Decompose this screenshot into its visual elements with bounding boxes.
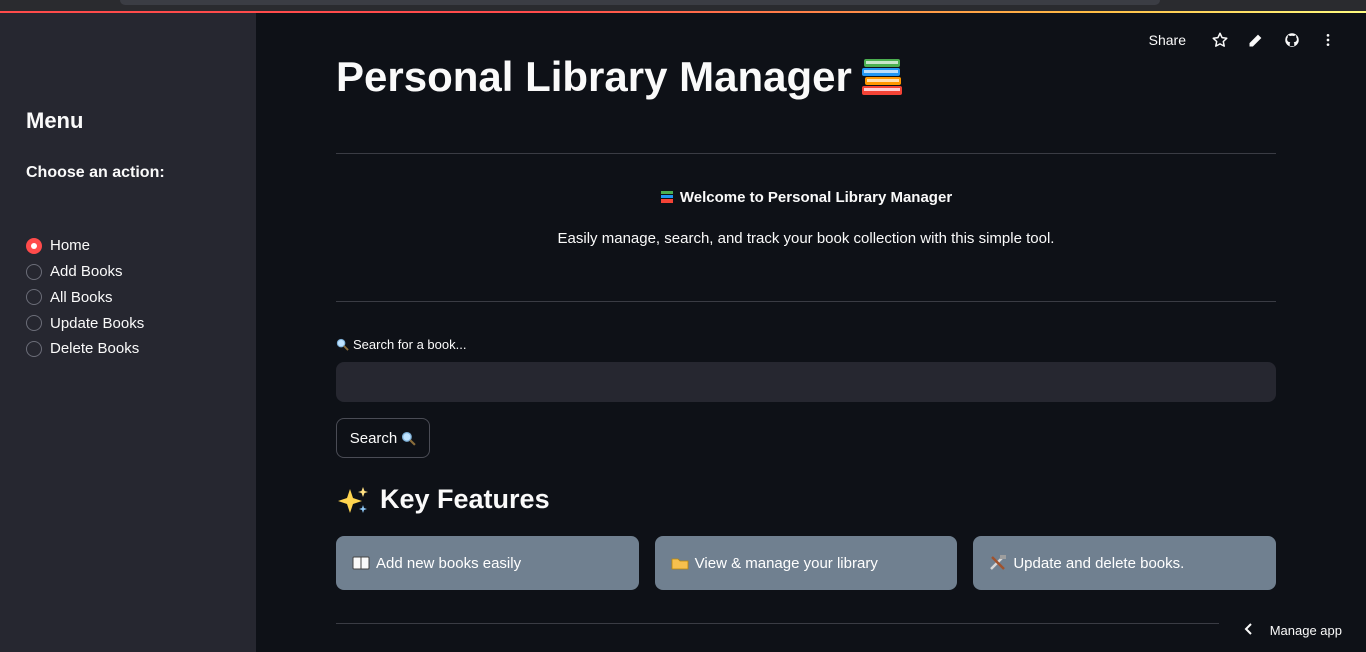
feature-card: Add new books easily	[336, 536, 639, 590]
page-title: Personal Library Manager	[336, 53, 852, 100]
search-button[interactable]: Search	[336, 418, 430, 458]
radio-option-update-books[interactable]: Update Books	[26, 310, 144, 336]
divider	[336, 153, 1276, 154]
radio-option-label: Delete Books	[50, 340, 140, 358]
radio-option-all-books[interactable]: All Books	[26, 285, 144, 311]
books-icon	[861, 59, 902, 95]
sparkles-icon	[338, 486, 368, 513]
pencil-icon[interactable]	[1238, 28, 1274, 52]
divider	[336, 301, 1276, 302]
radio-option-home[interactable]: Home	[26, 233, 144, 259]
action-radio-group: Home Add Books All Books Update Books De…	[26, 233, 144, 362]
search-button-label: Search	[349, 429, 398, 447]
feature-card: Update and delete books.	[973, 536, 1277, 590]
magnifier-icon	[401, 431, 416, 446]
radio-option-label: All Books	[50, 288, 113, 306]
app-toolbar: Share	[1149, 28, 1346, 52]
feature-card: View & manage your library	[654, 536, 958, 590]
radio-unselected-icon	[26, 263, 42, 280]
radio-unselected-icon	[26, 289, 42, 306]
radio-option-delete-books[interactable]: Delete Books	[26, 336, 144, 362]
radio-unselected-icon	[26, 340, 42, 357]
manage-app-button[interactable]: Manage app	[1244, 623, 1342, 638]
feature-card-label: View & manage your library	[694, 554, 878, 572]
more-icon[interactable]	[1310, 28, 1346, 52]
feature-card-label: Add new books easily	[376, 554, 522, 572]
welcome-heading: Welcome to Personal Library Manager	[336, 189, 1276, 208]
magnifier-icon	[336, 338, 349, 351]
search-label: Search for a book...	[336, 337, 466, 352]
radio-option-label: Add Books	[50, 263, 123, 281]
chevron-left-icon	[1244, 623, 1254, 638]
share-button[interactable]: Share	[1149, 32, 1186, 48]
books-icon	[660, 190, 674, 208]
radio-option-label: Home	[50, 237, 91, 255]
address-bar-edge	[120, 0, 1160, 5]
star-icon[interactable]	[1202, 28, 1238, 52]
welcome-text: Welcome to Personal Library Manager	[679, 189, 953, 206]
search-label-text: Search for a book...	[353, 337, 467, 352]
page-title-row: Personal Library Manager	[336, 53, 904, 101]
radio-option-add-books[interactable]: Add Books	[26, 259, 144, 285]
search-input[interactable]	[336, 362, 1276, 402]
radio-selected-icon	[26, 237, 42, 254]
features-heading: Key Features	[380, 484, 550, 514]
feature-cards: Add new books easily View & manage your …	[336, 536, 1277, 590]
folder-icon	[671, 558, 689, 570]
divider	[336, 623, 1219, 624]
welcome-subtitle: Easily manage, search, and track your bo…	[557, 230, 1055, 247]
radio-option-label: Update Books	[50, 314, 145, 332]
radio-unselected-icon	[26, 315, 42, 332]
features-heading-row: Key Features	[336, 484, 550, 515]
manage-app-label: Manage app	[1269, 623, 1342, 638]
github-icon[interactable]	[1274, 28, 1310, 52]
tools-icon	[990, 555, 1007, 570]
sidebar-title: Menu	[26, 108, 84, 133]
action-radio-label: Choose an action:	[26, 164, 165, 181]
open-book-icon	[352, 556, 370, 570]
sidebar: Menu Choose an action: Home Add Books Al…	[0, 13, 256, 652]
feature-card-label: Update and delete books.	[1013, 554, 1185, 572]
